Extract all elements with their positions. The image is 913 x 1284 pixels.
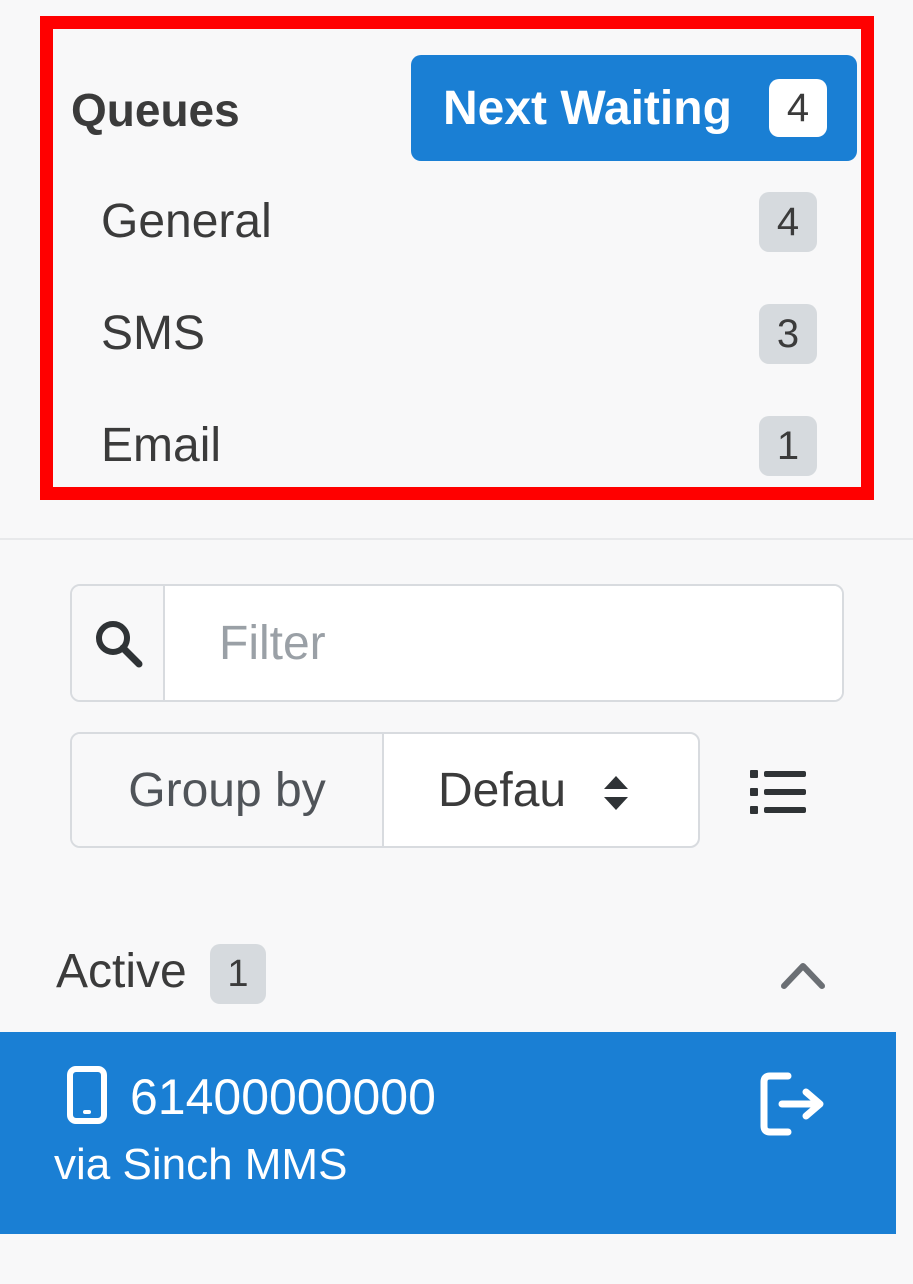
agent-sidebar: Queues Next Waiting 4 General 4 SMS 3 Em… bbox=[0, 0, 913, 1284]
next-waiting-button[interactable]: Next Waiting 4 bbox=[411, 55, 857, 161]
search-icon bbox=[95, 621, 142, 668]
filter-search-addon bbox=[72, 586, 165, 700]
conversation-number: 61400000000 bbox=[130, 1069, 436, 1125]
queues-title: Queues bbox=[71, 84, 240, 136]
group-by-select[interactable]: Defau bbox=[384, 734, 698, 846]
active-title: Active bbox=[56, 945, 187, 998]
queue-item-general[interactable]: General 4 bbox=[101, 181, 817, 261]
next-waiting-count-badge: 4 bbox=[769, 79, 827, 137]
active-section-header: Active 1 bbox=[56, 940, 840, 1010]
queue-label: Email bbox=[101, 418, 222, 472]
list-icon[interactable] bbox=[748, 764, 808, 820]
group-by-label: Group by bbox=[72, 734, 384, 846]
mobile-phone-icon bbox=[67, 1066, 107, 1124]
next-waiting-label: Next Waiting bbox=[443, 81, 732, 135]
conversation-channel: via Sinch MMS bbox=[54, 1140, 348, 1189]
filter-input[interactable] bbox=[165, 586, 842, 700]
filter-input-group bbox=[70, 584, 844, 702]
queues-panel: Queues Next Waiting 4 General 4 SMS 3 Em… bbox=[40, 16, 874, 500]
queue-label: General bbox=[101, 194, 272, 248]
chevron-up-icon[interactable] bbox=[778, 954, 828, 994]
group-by-selected-value: Defau bbox=[438, 763, 567, 817]
queue-count-badge: 3 bbox=[759, 304, 817, 364]
select-arrows-icon bbox=[604, 776, 628, 810]
group-by-control: Group by Defau bbox=[70, 732, 700, 848]
queue-label: SMS bbox=[101, 306, 206, 360]
queue-count-badge: 4 bbox=[759, 192, 817, 252]
active-count-badge: 1 bbox=[210, 944, 266, 1004]
section-divider bbox=[0, 538, 913, 540]
active-conversation-item[interactable]: 61400000000 via Sinch MMS bbox=[0, 1032, 896, 1234]
queue-count-badge: 1 bbox=[759, 416, 817, 476]
sign-out-icon[interactable] bbox=[760, 1072, 828, 1136]
queue-item-sms[interactable]: SMS 3 bbox=[101, 293, 817, 373]
queue-item-email[interactable]: Email 1 bbox=[101, 405, 817, 485]
queues-header: Queues Next Waiting 4 bbox=[71, 55, 857, 161]
